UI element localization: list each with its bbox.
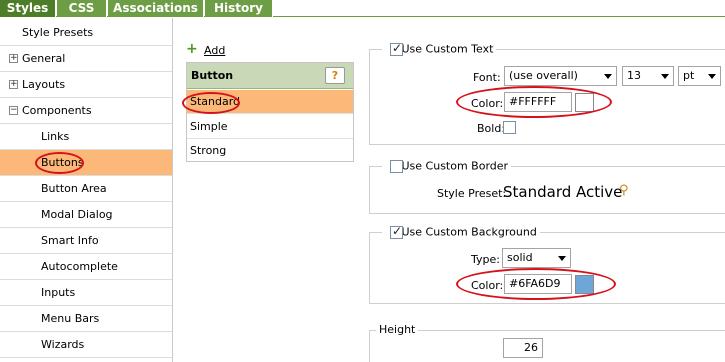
nav-item-label: Style Presets <box>22 26 94 39</box>
font-unit-value: pt <box>683 69 695 82</box>
tab-associations[interactable]: Associations <box>108 0 204 17</box>
plus-icon: + <box>186 41 198 57</box>
nav-item-label: Button Area <box>41 182 107 195</box>
font-label: Font: <box>473 71 501 84</box>
use-custom-background-checkbox[interactable] <box>390 224 403 239</box>
chevron-down-icon <box>708 74 716 79</box>
list-item-label: Strong <box>190 144 227 157</box>
list-header: Button ? <box>187 63 353 89</box>
annotation-circle <box>35 152 84 174</box>
style-nav: Style Presets + General + Layouts − Comp… <box>0 18 173 362</box>
height-panel <box>369 330 725 362</box>
custom-border-legend: Use Custom Border <box>382 159 512 173</box>
height-legend: Height <box>376 323 419 336</box>
annotation-circle <box>456 268 616 300</box>
list-item-strong[interactable]: Strong <box>187 139 353 163</box>
list-item-simple[interactable]: Simple <box>187 115 353 139</box>
chevron-down-icon <box>558 256 566 261</box>
button-style-list: Button ? Standard Simple Strong <box>182 62 354 163</box>
nav-item-general[interactable]: + General <box>0 46 172 72</box>
expand-icon[interactable]: + <box>9 54 18 63</box>
nav-item-style-presets[interactable]: Style Presets <box>0 20 172 46</box>
background-type-label: Type: <box>471 253 500 266</box>
magnifier-icon[interactable]: ⚲ <box>619 183 629 198</box>
nav-item-links[interactable]: Links <box>0 124 172 150</box>
nav-item-modal-dialog[interactable]: Modal Dialog <box>0 202 172 228</box>
bold-checkbox[interactable] <box>503 121 516 134</box>
custom-text-legend: Use Custom Text <box>382 41 497 56</box>
custom-border-legend-label: Use Custom Border <box>401 159 509 173</box>
background-type-select[interactable]: solid <box>502 248 571 268</box>
use-custom-border-checkbox[interactable] <box>390 159 403 173</box>
annotation-circle <box>182 92 240 114</box>
collapse-icon[interactable]: − <box>9 106 18 115</box>
nav-item-menu-bars[interactable]: Menu Bars <box>0 306 172 332</box>
font-select[interactable]: (use overall) <box>504 66 617 86</box>
nav-item-components[interactable]: − Components <box>0 98 172 124</box>
nav-item-label: Links <box>41 130 70 143</box>
tab-css[interactable]: CSS <box>57 0 107 17</box>
background-type-value: solid <box>507 251 533 264</box>
nav-item-label: Components <box>22 104 92 117</box>
nav-item-label: Menu Bars <box>41 312 100 325</box>
annotation-circle <box>456 86 612 118</box>
nav-item-button-area[interactable]: Button Area <box>0 176 172 202</box>
custom-background-legend-label: Use Custom Background <box>401 225 537 239</box>
custom-text-legend-label: Use Custom Text <box>401 42 494 56</box>
nav-item-label: Autocomplete <box>41 260 118 273</box>
nav-item-label: General <box>22 52 66 65</box>
top-tab-bar: Styles CSS Associations History <box>0 0 725 17</box>
font-size-value: 13 <box>627 69 641 82</box>
list-header-title: Button <box>191 69 234 82</box>
font-select-value: (use overall) <box>509 69 578 82</box>
nav-item-label: Wizards <box>41 338 85 351</box>
add-link-label: Add <box>204 44 226 57</box>
chevron-down-icon <box>604 74 612 79</box>
nav-item-label: Inputs <box>41 286 76 299</box>
nav-item-label: Modal Dialog <box>41 208 113 221</box>
nav-item-smart-info[interactable]: Smart Info <box>0 228 172 254</box>
nav-item-buttons[interactable]: Buttons <box>0 150 172 176</box>
font-unit-select[interactable]: pt <box>678 66 721 86</box>
tab-history[interactable]: History <box>205 0 273 17</box>
nav-item-label: Layouts <box>22 78 66 91</box>
nav-item-label: Smart Info <box>41 234 99 247</box>
chevron-down-icon <box>661 74 669 79</box>
nav-item-layouts[interactable]: + Layouts <box>0 72 172 98</box>
nav-item-wizards[interactable]: Wizards <box>0 332 172 358</box>
nav-item-autocomplete[interactable]: Autocomplete <box>0 254 172 280</box>
nav-item-inputs[interactable]: Inputs <box>0 280 172 306</box>
help-icon[interactable]: ? <box>325 67 345 84</box>
use-custom-text-checkbox[interactable] <box>390 41 403 56</box>
style-preset-label: Style Preset: <box>437 187 507 200</box>
height-input[interactable]: 26 <box>503 338 543 358</box>
list-item-label: Simple <box>190 120 228 133</box>
font-size-select[interactable]: 13 <box>622 66 674 86</box>
height-value: 26 <box>524 341 538 354</box>
bold-label: Bold: <box>477 122 506 135</box>
custom-background-legend: Use Custom Background <box>382 224 540 239</box>
expand-icon[interactable]: + <box>9 80 18 89</box>
style-preset-value: Standard Active <box>503 183 623 201</box>
tab-styles[interactable]: Styles <box>0 0 56 17</box>
